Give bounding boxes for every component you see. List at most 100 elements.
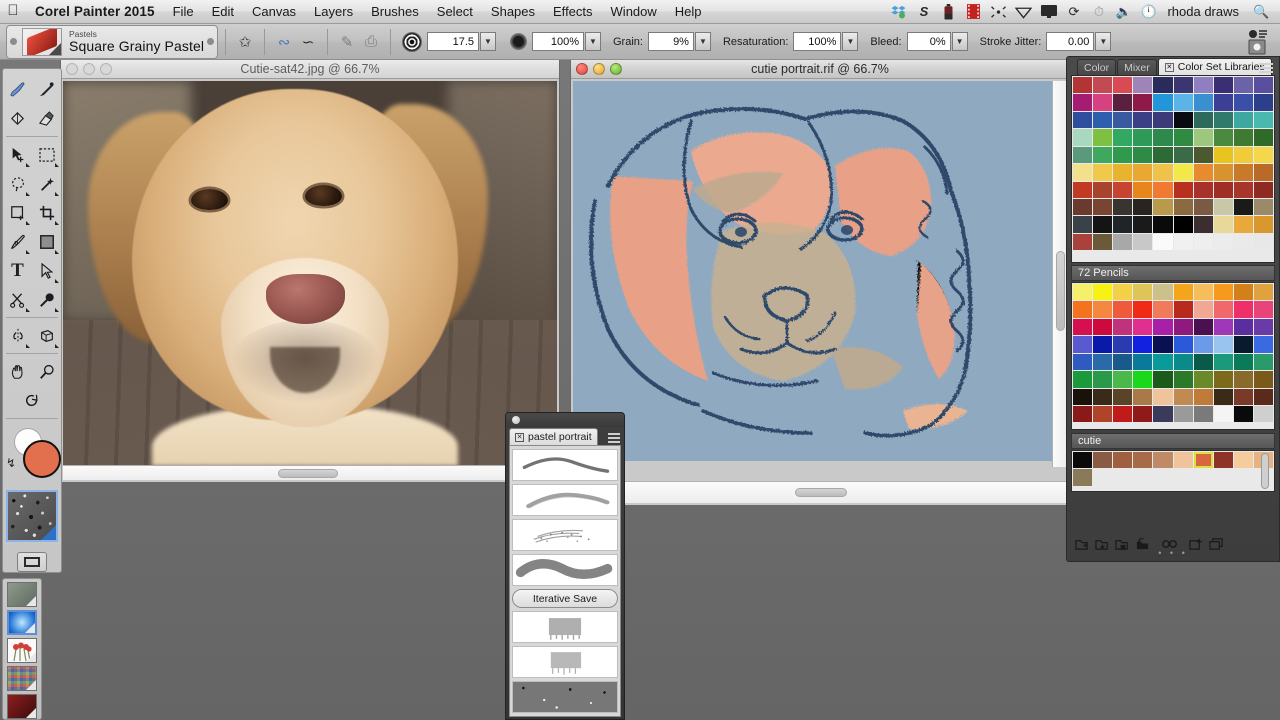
color-swatch[interactable] [1073,94,1093,111]
eraser-tool[interactable] [32,104,61,133]
crop-selection-tool[interactable] [3,198,32,227]
swatch-grid[interactable] [1072,283,1274,423]
color-swatch[interactable] [1113,181,1133,198]
stroke-straight-icon[interactable]: ∽ [296,29,320,55]
stroke-freehand-icon[interactable]: ∾ [272,29,296,55]
color-swatch[interactable] [1193,216,1213,233]
color-swatch[interactable] [1073,371,1093,388]
color-swatch[interactable] [1133,452,1153,469]
photo-scroll-thumb[interactable] [278,469,338,478]
color-swatch[interactable] [1153,371,1173,388]
color-swatch[interactable] [1113,353,1133,371]
color-swatch[interactable] [1213,198,1233,216]
swatch-grid[interactable] [1072,451,1274,487]
tab-color-set-libraries[interactable]: ✕ Color Set Libraries [1157,58,1272,75]
search-icon[interactable]: 🔍 [1249,0,1274,24]
color-swatch[interactable] [1193,129,1213,146]
color-swatch[interactable] [1113,301,1133,318]
color-swatch[interactable] [1193,111,1213,129]
grain-field[interactable]: 9% [647,32,694,51]
color-swatch[interactable] [1213,452,1233,469]
tool-more-arrow[interactable] [55,163,59,167]
swatch-grid[interactable] [1072,76,1274,251]
color-swatch[interactable] [1233,111,1253,129]
color-swatch[interactable] [1233,284,1253,301]
color-swatch[interactable] [1233,146,1253,164]
crop-tool[interactable] [32,198,61,227]
tool-more-arrow[interactable] [55,344,59,348]
close-icon[interactable]: ✕ [515,432,524,442]
skitch-icon[interactable]: S [911,0,936,24]
brush-thumbnail[interactable] [22,27,62,56]
color-swatch[interactable] [1113,111,1133,129]
color-swatch[interactable] [1193,198,1213,216]
color-swatch[interactable] [1233,353,1253,371]
color-swatch[interactable] [1173,388,1193,405]
color-swatch[interactable] [1233,233,1253,251]
layer-adjuster-tool[interactable] [3,140,32,169]
weave-selector[interactable] [7,666,37,691]
color-swatch[interactable] [1173,216,1193,233]
tool-more-arrow[interactable] [55,308,59,312]
tool-more-arrow[interactable] [55,250,59,254]
color-swatch[interactable] [1193,388,1213,405]
pattern-selector[interactable] [7,638,37,663]
menu-effects[interactable]: Effects [544,4,602,19]
perspective-grid-tool[interactable] [32,321,61,350]
color-swatch[interactable] [1113,77,1133,94]
color-swatch[interactable] [1133,164,1153,181]
color-swatch[interactable] [1113,94,1133,111]
color-swatch[interactable] [1093,336,1113,353]
color-swatch[interactable] [1133,301,1153,318]
grain-stepper[interactable]: ▼ [694,32,711,51]
color-swatch[interactable] [1153,94,1173,111]
color-swatch[interactable] [1193,405,1213,423]
color-swatch[interactable] [1213,336,1233,353]
bleed-field[interactable]: 0% [906,32,951,51]
color-swatch[interactable] [1093,452,1113,469]
color-set-72-pencils[interactable] [1071,282,1275,430]
color-swatch[interactable] [1133,353,1153,371]
color-swatch[interactable] [1133,336,1153,353]
color-swatch[interactable] [1073,318,1093,336]
color-swatch[interactable] [1073,469,1093,486]
tool-more-arrow[interactable] [55,221,59,225]
color-swatch[interactable] [1153,405,1173,423]
color-swatch[interactable] [1193,371,1213,388]
color-swatch[interactable] [1213,77,1233,94]
color-swatch[interactable] [1213,318,1233,336]
color-swatch[interactable] [1113,233,1133,251]
color-swatch[interactable] [1253,181,1273,198]
paper-selector[interactable] [7,582,37,607]
painting-vscroll-thumb[interactable] [1056,251,1065,331]
color-swatch[interactable] [1133,371,1153,388]
color-swatch[interactable] [1233,301,1253,318]
color-swatch[interactable] [1093,405,1113,423]
menu-brushes[interactable]: Brushes [362,4,428,19]
color-swatch[interactable] [1093,371,1113,388]
color-swatch[interactable] [1233,452,1253,469]
color-swatch[interactable] [1093,233,1113,251]
color-swatch[interactable] [1073,452,1093,469]
color-swatch[interactable] [1233,181,1253,198]
color-swatch[interactable] [1153,216,1173,233]
iterative-save-button[interactable]: Iterative Save [512,589,618,608]
color-swatch[interactable] [1213,111,1233,129]
color-swatch[interactable] [1073,146,1093,164]
rectangular-shape-tool[interactable] [32,227,61,256]
color-swatch[interactable] [1153,164,1173,181]
color-swatch[interactable] [1073,181,1093,198]
color-swatch[interactable] [1173,336,1193,353]
color-swatch[interactable] [1093,77,1113,94]
color-swatch[interactable] [1093,146,1113,164]
color-swatch[interactable] [1073,336,1093,353]
color-swatch[interactable] [1253,146,1273,164]
color-swatch[interactable] [1193,284,1213,301]
sync-icon[interactable]: ⟳ [1061,0,1086,24]
color-swatch[interactable] [1133,198,1153,216]
color-set-painter-colors[interactable] [1071,75,1275,263]
nozzle-selector[interactable] [7,694,37,719]
color-swatch[interactable] [1113,388,1133,405]
color-swatch[interactable] [1073,405,1093,423]
color-swatch[interactable] [1133,111,1153,129]
